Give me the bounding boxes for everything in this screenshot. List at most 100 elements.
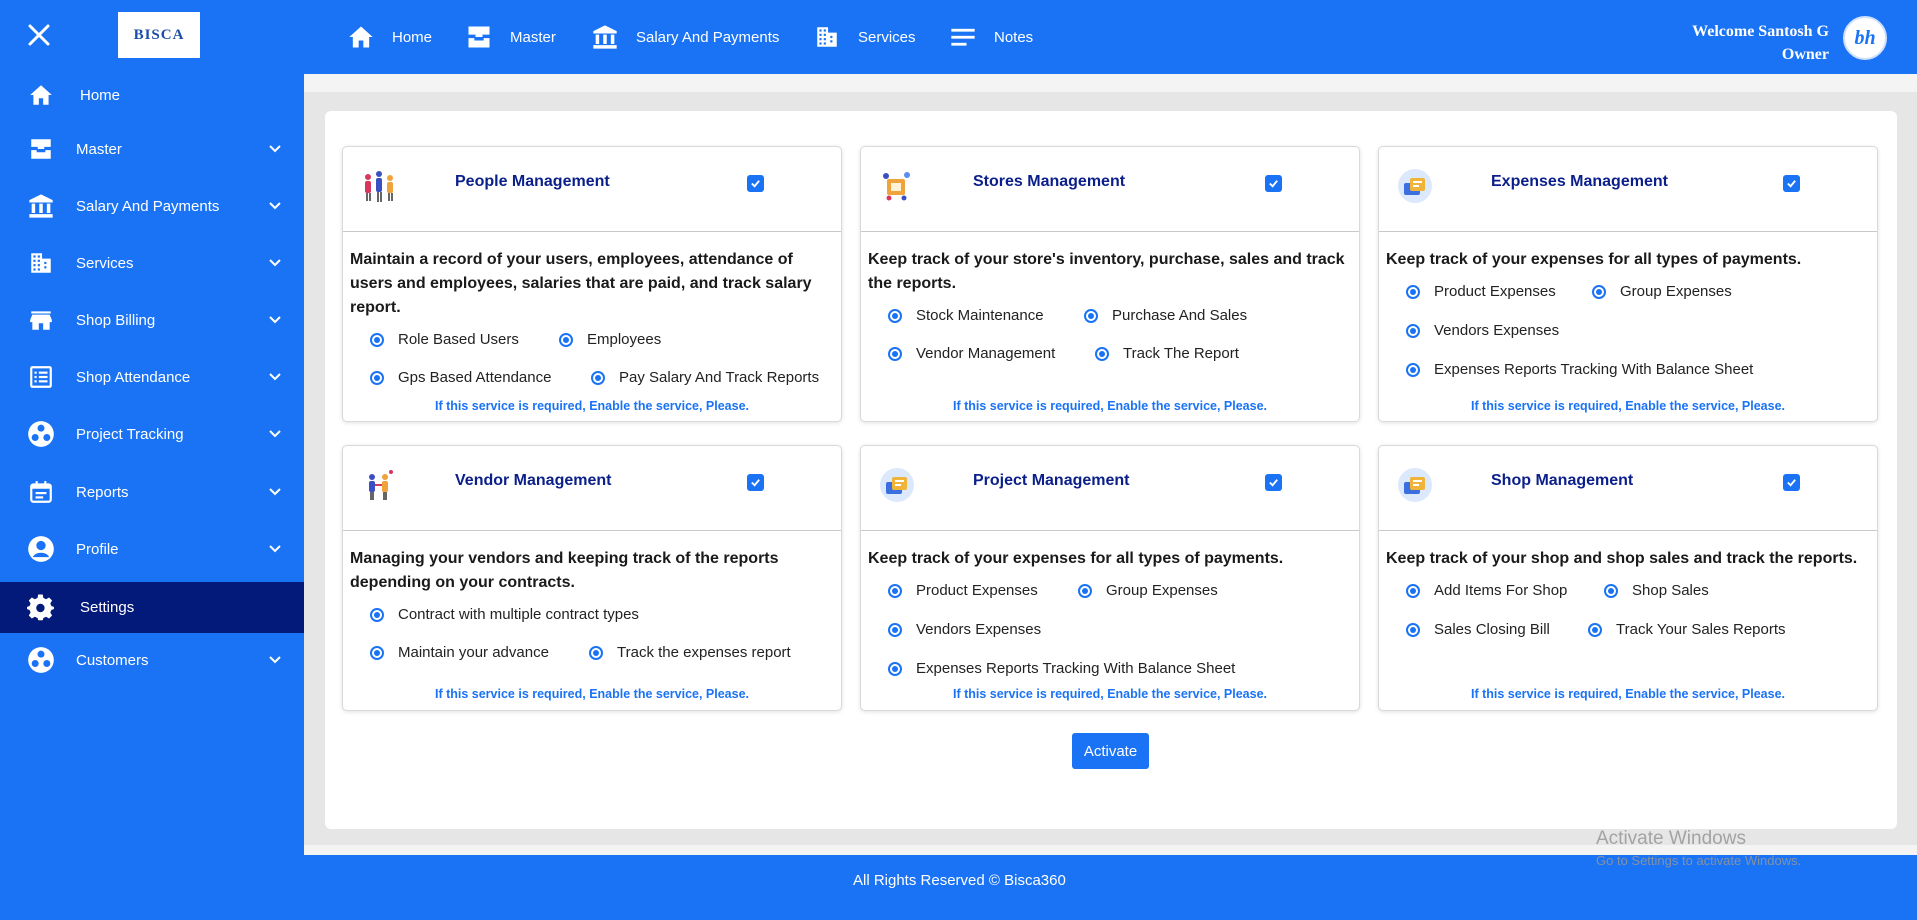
- card-description: Maintain a record of your users, employe…: [350, 251, 812, 316]
- service-option[interactable]: Gps Based Attendance: [370, 369, 551, 386]
- chevron-down-icon[interactable]: [268, 313, 282, 327]
- sidebar-item-settings[interactable]: Settings: [0, 582, 304, 633]
- enable-checkbox[interactable]: [1265, 175, 1282, 192]
- service-option[interactable]: Track the expenses report: [589, 644, 791, 661]
- circles-icon: [26, 419, 56, 449]
- sidebar-item-services[interactable]: Services: [0, 239, 304, 287]
- watermark-title: Activate Windows: [1596, 828, 1746, 849]
- topnav-services[interactable]: Services: [812, 22, 916, 52]
- close-icon[interactable]: [24, 20, 54, 50]
- service-option[interactable]: Vendors Expenses: [888, 621, 1041, 638]
- card-header: Expenses Management: [1379, 147, 1877, 232]
- enable-checkbox[interactable]: [1783, 474, 1800, 491]
- avatar[interactable]: bh: [1843, 16, 1887, 60]
- service-option[interactable]: Purchase And Sales: [1084, 307, 1247, 324]
- topnav-salary[interactable]: Salary And Payments: [590, 22, 779, 52]
- sidebar-item-label: Customers: [76, 651, 149, 669]
- chevron-down-icon[interactable]: [268, 256, 282, 270]
- service-option[interactable]: Track The Report: [1095, 345, 1239, 362]
- card-description: Managing your vendors and keeping track …: [350, 550, 779, 591]
- radio-selected-icon: [1095, 346, 1109, 361]
- service-option[interactable]: Vendors Expenses: [1406, 322, 1559, 339]
- sidebar-item-reports[interactable]: Reports: [0, 468, 304, 516]
- radio-selected-icon: [1078, 583, 1092, 598]
- radio-selected-icon: [589, 645, 603, 660]
- radio-selected-icon: [1588, 622, 1602, 637]
- brand-logo[interactable]: BISCA: [118, 12, 200, 58]
- sidebar-item-customers[interactable]: Customers: [0, 636, 304, 684]
- people-illustration-icon: [365, 171, 393, 202]
- service-option[interactable]: Product Expenses: [1406, 283, 1556, 300]
- service-option[interactable]: Role Based Users: [370, 331, 519, 348]
- radio-selected-icon: [370, 607, 384, 622]
- service-card-shop: Shop Management Keep track of your shop …: [1378, 445, 1878, 711]
- sidebar-item-label: Shop Attendance: [76, 368, 191, 386]
- chevron-down-icon[interactable]: [268, 370, 282, 384]
- sidebar: BISCA Home Master Salary And Payments Se…: [0, 0, 304, 920]
- chevron-down-icon[interactable]: [268, 427, 282, 441]
- card-title: Expenses Management: [1491, 173, 1668, 190]
- enable-checkbox[interactable]: [1265, 474, 1282, 491]
- sidebar-item-master[interactable]: Master: [0, 125, 304, 173]
- card-title: Shop Management: [1491, 472, 1634, 489]
- sidebar-item-label: Reports: [76, 483, 129, 501]
- sidebar-item-shop-attendance[interactable]: Shop Attendance: [0, 353, 304, 401]
- user-welcome: Welcome Santosh G Owner: [1692, 20, 1829, 66]
- enable-checkbox[interactable]: [747, 474, 764, 491]
- service-option[interactable]: Employees: [559, 331, 661, 348]
- service-option[interactable]: Product Expenses: [888, 582, 1038, 599]
- chevron-down-icon[interactable]: [268, 142, 282, 156]
- topnav-home[interactable]: Home: [346, 22, 432, 52]
- topnav-notes[interactable]: Notes: [948, 22, 1033, 52]
- sidebar-item-label: Settings: [80, 599, 135, 616]
- chevron-down-icon[interactable]: [268, 542, 282, 556]
- service-option[interactable]: Shop Sales: [1604, 582, 1709, 599]
- service-option[interactable]: Group Expenses: [1078, 582, 1218, 599]
- card-title: People Management: [455, 173, 610, 190]
- chevron-down-icon[interactable]: [268, 653, 282, 667]
- topnav-label: Services: [858, 28, 916, 46]
- check-icon: [751, 180, 760, 188]
- chevron-down-icon[interactable]: [268, 199, 282, 213]
- menu-icon: [948, 22, 978, 52]
- sidebar-item-shop-billing[interactable]: Shop Billing: [0, 296, 304, 344]
- chevron-down-icon[interactable]: [268, 485, 282, 499]
- service-option[interactable]: Pay Salary And Track Reports: [591, 369, 819, 386]
- radio-selected-icon: [888, 346, 902, 361]
- service-option[interactable]: Maintain your advance: [370, 644, 549, 661]
- card-header: Shop Management: [1379, 446, 1877, 531]
- sidebar-item-salary[interactable]: Salary And Payments: [0, 182, 304, 230]
- card-note: If this service is required, Enable the …: [1470, 687, 1786, 701]
- card-header: Vendor Management: [343, 446, 841, 531]
- sidebar-item-profile[interactable]: Profile: [0, 525, 304, 573]
- content-top-strip: [304, 74, 1917, 92]
- topnav-label: Master: [510, 28, 556, 46]
- sidebar-item-home[interactable]: Home: [0, 71, 304, 119]
- card-note: If this service is required, Enable the …: [952, 687, 1268, 701]
- service-option[interactable]: Add Items For Shop: [1406, 582, 1567, 599]
- home-icon: [26, 80, 56, 110]
- service-option[interactable]: Stock Maintenance: [888, 307, 1044, 324]
- topnav-master[interactable]: Master: [464, 22, 556, 52]
- service-option[interactable]: Vendor Management: [888, 345, 1055, 362]
- user-icon: [26, 534, 56, 564]
- card-description: Keep track of your expenses for all type…: [868, 550, 1284, 567]
- enable-checkbox[interactable]: [1783, 175, 1800, 192]
- sidebar-item-label: Project Tracking: [76, 425, 184, 443]
- enable-checkbox[interactable]: [747, 175, 764, 192]
- service-option[interactable]: Expenses Reports Tracking With Balance S…: [888, 660, 1235, 677]
- shop-illustration-icon: [1398, 468, 1432, 502]
- gear-icon: [26, 593, 56, 623]
- service-option[interactable]: Track Your Sales Reports: [1588, 621, 1786, 638]
- service-option[interactable]: Group Expenses: [1592, 283, 1732, 300]
- stores-illustration-icon: [883, 172, 910, 201]
- radio-selected-icon: [370, 370, 384, 385]
- activate-button[interactable]: Activate: [1072, 733, 1149, 769]
- sidebar-item-project-tracking[interactable]: Project Tracking: [0, 410, 304, 458]
- service-option[interactable]: Contract with multiple contract types: [370, 606, 639, 623]
- sidebar-item-label: Profile: [76, 540, 119, 558]
- watermark-subtitle: Go to Settings to activate Windows.: [1596, 853, 1802, 868]
- service-option[interactable]: Sales Closing Bill: [1406, 621, 1550, 638]
- inbox-icon: [26, 134, 56, 164]
- service-option[interactable]: Expenses Reports Tracking With Balance S…: [1406, 361, 1753, 378]
